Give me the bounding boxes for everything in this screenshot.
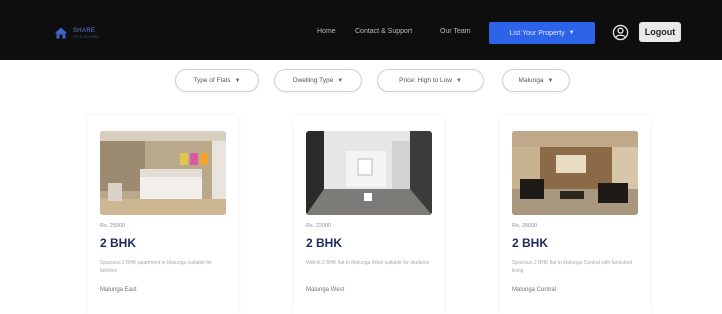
listing-description: Spacious 2 BHK apartment in Malunga suit… [100,260,213,274]
nav-link-our-team[interactable]: Our Team [440,28,471,35]
filter-location[interactable]: Malunga ▼ [502,69,570,92]
filter-dwelling-type[interactable]: Dwelling Type ▼ [274,69,362,92]
listing-location: Malunga Central [512,287,557,293]
filter-label: Dwelling Type [292,77,334,84]
chevron-down-icon: ▼ [234,77,241,84]
chevron-down-icon: ▼ [337,77,344,84]
listing-price: Rs. 25000 [100,223,126,229]
list-property-label: List Your Property [509,29,565,37]
chevron-down-icon: ▼ [547,77,554,84]
listing-description: Well lit 2 BHK flat in Malunga West suit… [306,260,430,266]
filter-label: Price: High to Low [399,77,452,84]
listing-title: 2 BHK [306,236,343,250]
filter-label: Malunga [518,77,544,84]
listing-price: Rs. 28000 [512,223,538,229]
logout-button[interactable]: Logout [639,22,681,42]
chevron-down-icon: ▼ [568,30,575,36]
list-property-button[interactable]: List Your Property ▼ [489,22,595,44]
listing-image [512,131,638,215]
brand-logo[interactable]: SHARE PG & ROOMS [54,26,99,40]
listing-location: Malunga East [100,287,137,293]
user-circle-icon[interactable] [612,24,629,41]
listing-image [100,131,226,215]
listing-location: Malunga West [306,287,345,293]
brand-name: SHARE [73,27,96,34]
filter-type-of-flats[interactable]: Type of Flats ▼ [175,69,259,92]
listing-card[interactable]: Rs. 25000 2 BHK Spacious 2 BHK apartment… [88,116,238,314]
filter-price-sort[interactable]: Price: High to Low ▼ [377,69,484,92]
listing-card[interactable]: Rs. 28000 2 BHK Spacious 2 BHK flat in M… [500,116,650,314]
brand-tagline: PG & ROOMS [73,33,99,39]
listing-image [306,131,432,215]
listing-title: 2 BHK [512,236,549,250]
house-icon [55,27,67,39]
nav-link-home[interactable]: Home [317,28,336,35]
listing-title: 2 BHK [100,236,137,250]
filter-label: Type of Flats [193,77,231,84]
listing-price: Rs. 22000 [306,223,332,229]
nav-link-contact-support[interactable]: Contact & Support [355,28,412,35]
chevron-down-icon: ▼ [455,77,462,84]
top-navbar: SHARE PG & ROOMS Home Contact & Support … [0,0,722,60]
listing-card[interactable]: Rs. 22000 2 BHK Well lit 2 BHK flat in M… [294,116,444,314]
listing-description: Spacious 2 BHK flat in Malunga Central w… [512,260,633,274]
